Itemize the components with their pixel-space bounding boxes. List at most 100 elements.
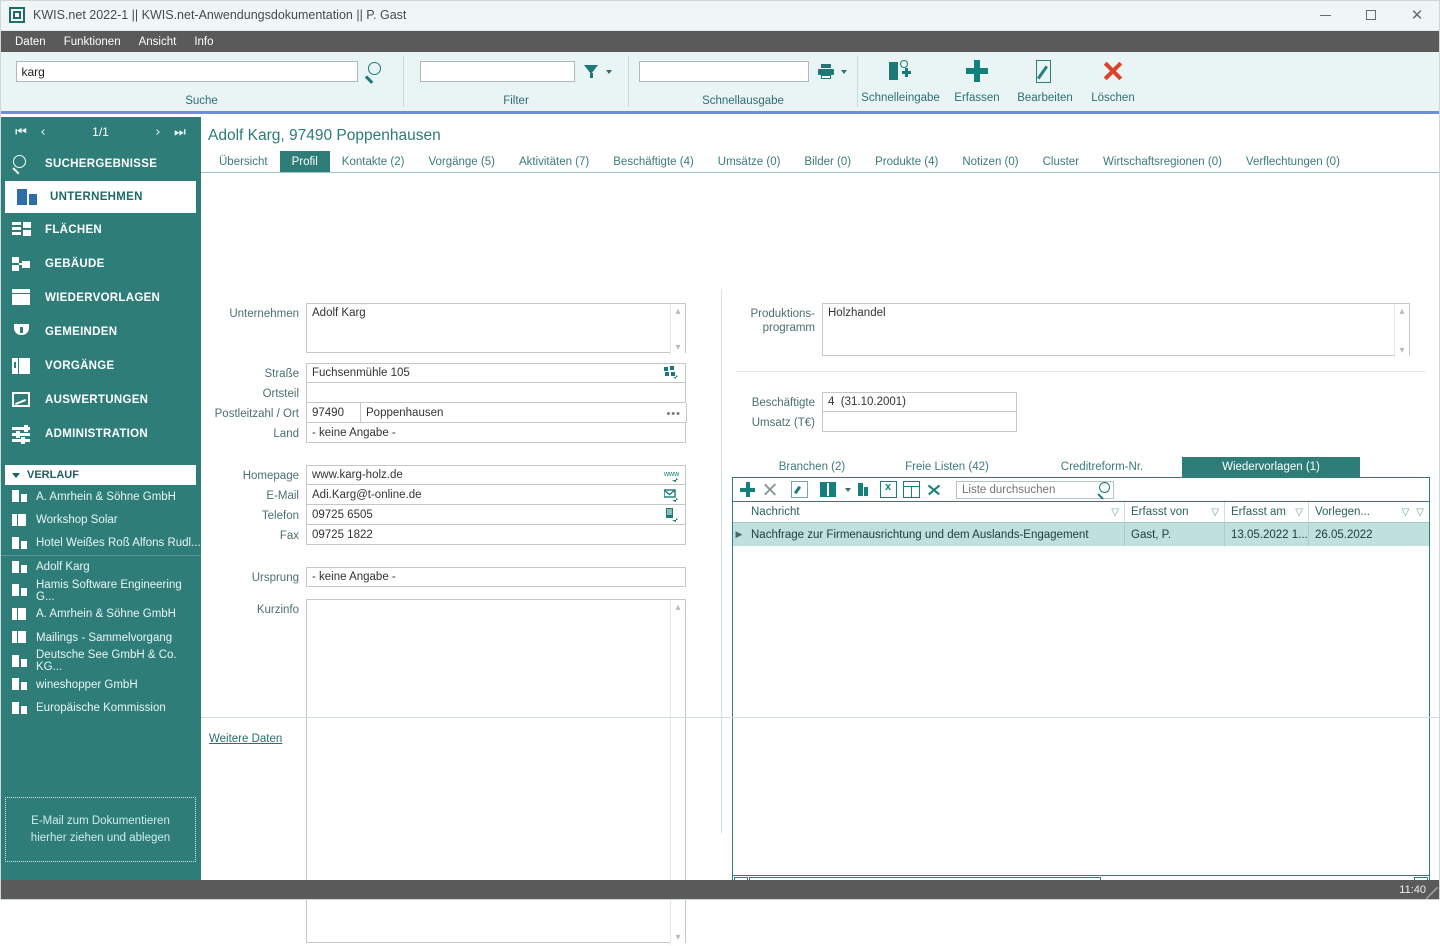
filter-icon[interactable]: ▽ — [1295, 507, 1303, 518]
chevron-down-icon[interactable] — [606, 69, 612, 74]
export-excel-icon[interactable] — [880, 481, 897, 498]
schnelleingabe-button[interactable]: Schnelleingabe — [858, 52, 943, 111]
homepage-input[interactable] — [306, 465, 686, 485]
menu-item-funktionen[interactable]: Funktionen — [55, 34, 130, 50]
menu-item-ansicht[interactable]: Ansicht — [130, 34, 186, 50]
loeschen-button[interactable]: Löschen — [1079, 52, 1147, 111]
tab-profil[interactable]: Profil — [279, 151, 330, 172]
tab-kontakte[interactable]: Kontakte (2) — [330, 151, 417, 172]
sidebar-item-gemeinden[interactable]: GEMEINDEN — [0, 315, 201, 349]
umsatz-input[interactable] — [822, 412, 1017, 432]
unternehmen-scrollbar[interactable] — [670, 304, 685, 355]
list-item[interactable]: Workshop Solar — [0, 509, 201, 533]
list-item[interactable]: wineshopper GmbH — [0, 673, 201, 697]
strasse-input[interactable] — [306, 363, 686, 383]
pager-first-button[interactable]: ⏮ — [10, 125, 32, 140]
delete-x-icon[interactable] — [762, 481, 779, 498]
inner-tab-branchen[interactable]: Branchen (2) — [752, 457, 872, 477]
pager-prev-button[interactable]: ‹ — [32, 125, 54, 140]
grid-header-erfasst-von[interactable]: Erfasst von ▽ — [1125, 502, 1225, 522]
map-street-icon[interactable] — [664, 366, 680, 382]
ort-input[interactable] — [361, 403, 687, 423]
maximize-button[interactable] — [1348, 0, 1394, 31]
tab-produkte[interactable]: Produkte (4) — [863, 151, 950, 172]
tab-verflechtungen[interactable]: Verflechtungen (0) — [1234, 151, 1352, 172]
fax-input[interactable] — [306, 525, 686, 545]
list-item[interactable]: A. Amrhein & Söhne GmbH — [0, 485, 201, 509]
filter-input[interactable] — [420, 61, 575, 82]
tab-notizen[interactable]: Notizen (0) — [950, 151, 1030, 172]
produktionsprogramm-scrollbar[interactable] — [1394, 304, 1409, 358]
erfassen-button[interactable]: Erfassen — [943, 52, 1011, 111]
www-link-icon[interactable]: www — [663, 468, 680, 484]
list-item[interactable]: Hotel Weißes Roß Alfons Rudl... — [0, 532, 201, 556]
table-row[interactable]: ▶ Nachfrage zur Firmenausrichtung und de… — [733, 523, 1429, 546]
pager-last-button[interactable]: ⏭ — [169, 125, 191, 140]
inner-tab-wiedervorlagen[interactable]: Wiedervorlagen (1) — [1182, 457, 1360, 477]
tab-uebersicht[interactable]: Übersicht — [207, 151, 280, 172]
tab-wirtschaftsregionen[interactable]: Wirtschaftsregionen (0) — [1091, 151, 1234, 172]
phone-dial-icon[interactable] — [664, 508, 680, 524]
tab-beschaeftigte[interactable]: Beschäftigte (4) — [601, 151, 706, 172]
telefon-input[interactable] — [306, 505, 686, 525]
sidebar-item-auswertungen[interactable]: AUSWERTUNGEN — [0, 383, 201, 417]
list-item[interactable]: Adolf Karg — [0, 556, 201, 580]
grid-header-erfasst-am[interactable]: Erfasst am ▽ — [1225, 502, 1309, 522]
chevron-down-icon-columns[interactable] — [845, 487, 851, 492]
land-input[interactable] — [306, 423, 686, 443]
email-drop-area[interactable]: E-Mail zum Dokumentieren hierher ziehen … — [5, 797, 196, 862]
grid-header-vorlegen[interactable]: Vorlegen... ▽ ▽ — [1309, 502, 1429, 522]
edit-note-icon[interactable] — [791, 481, 808, 498]
minimize-button[interactable] — [1302, 0, 1348, 31]
sidebar-item-wiedervorlagen[interactable]: WIEDERVORLAGEN — [0, 281, 201, 315]
filter-icon[interactable]: ▽ — [1211, 507, 1219, 518]
list-item[interactable]: Deutsche See GmbH & Co. KG... — [0, 649, 201, 673]
email-input[interactable] — [306, 485, 686, 505]
list-item[interactable]: Mailings - Sammelvorgang — [0, 626, 201, 650]
beschaeftigte-input[interactable] — [822, 392, 1017, 412]
search-icon[interactable] — [364, 61, 388, 84]
filter-icon[interactable]: ▽ — [1111, 507, 1119, 518]
sidebar-item-suchergebnisse[interactable]: SUCHERGEBNISSE — [0, 147, 201, 181]
add-plus-icon[interactable] — [739, 481, 756, 498]
list-item[interactable]: Hamis Software Engineering G... — [0, 579, 201, 603]
weitere-daten-link[interactable]: Weitere Daten — [209, 733, 282, 745]
column-chooser-icon[interactable] — [820, 481, 837, 498]
menu-item-info[interactable]: Info — [185, 34, 222, 50]
list-item[interactable]: A. Amrhein & Söhne GmbH — [0, 603, 201, 627]
list-item[interactable]: Europäische Kommission — [0, 697, 201, 721]
mail-send-icon[interactable] — [663, 488, 680, 504]
sort-desc-icon[interactable]: ▽ — [1402, 507, 1410, 518]
ortsteil-input[interactable] — [306, 383, 686, 403]
unternehmen-input[interactable] — [306, 303, 686, 353]
magnifier-icon[interactable] — [1096, 481, 1114, 500]
produktionsprogramm-input[interactable] — [822, 303, 1410, 356]
resize-grip-icon[interactable] — [1426, 887, 1438, 899]
search-input[interactable] — [15, 61, 358, 82]
grid-search-input[interactable] — [956, 480, 1114, 499]
bearbeiten-button[interactable]: Bearbeiten — [1011, 52, 1079, 111]
pager-next-button[interactable]: › — [147, 125, 169, 140]
sidebar-item-administration[interactable]: ADMINISTRATION — [0, 417, 201, 451]
expand-arrows-icon[interactable] — [926, 481, 943, 498]
plz-input[interactable] — [306, 403, 361, 423]
clear-filter-icon[interactable] — [857, 481, 874, 498]
sidebar-item-vorgaenge[interactable]: VORGÄNGE — [0, 349, 201, 383]
inner-tab-freie-listen[interactable]: Freie Listen (42) — [872, 457, 1022, 477]
history-header[interactable]: VERLAUF — [5, 465, 196, 485]
more-options-icon[interactable]: ••• — [666, 408, 681, 420]
tab-vorgaenge[interactable]: Vorgänge (5) — [416, 151, 507, 172]
sidebar-item-unternehmen[interactable]: UNTERNEHMEN — [5, 181, 196, 213]
sidebar-item-flaechen[interactable]: FLÄCHEN — [0, 213, 201, 247]
ursprung-input[interactable] — [306, 567, 686, 587]
printer-icon[interactable] — [818, 64, 834, 79]
inner-tab-creditreform[interactable]: Creditreform-Nr. — [1022, 457, 1182, 477]
close-button[interactable]: ✕ — [1394, 0, 1440, 31]
funnel-icon[interactable] — [584, 64, 599, 79]
grid-layout-icon[interactable] — [903, 481, 920, 498]
grid-header-nachricht[interactable]: Nachricht ▽ — [745, 502, 1125, 522]
quick-output-input[interactable] — [639, 61, 809, 82]
tab-umsaetze[interactable]: Umsätze (0) — [706, 151, 793, 172]
filter-icon[interactable]: ▽ — [1416, 507, 1424, 518]
tab-bilder[interactable]: Bilder (0) — [792, 151, 863, 172]
